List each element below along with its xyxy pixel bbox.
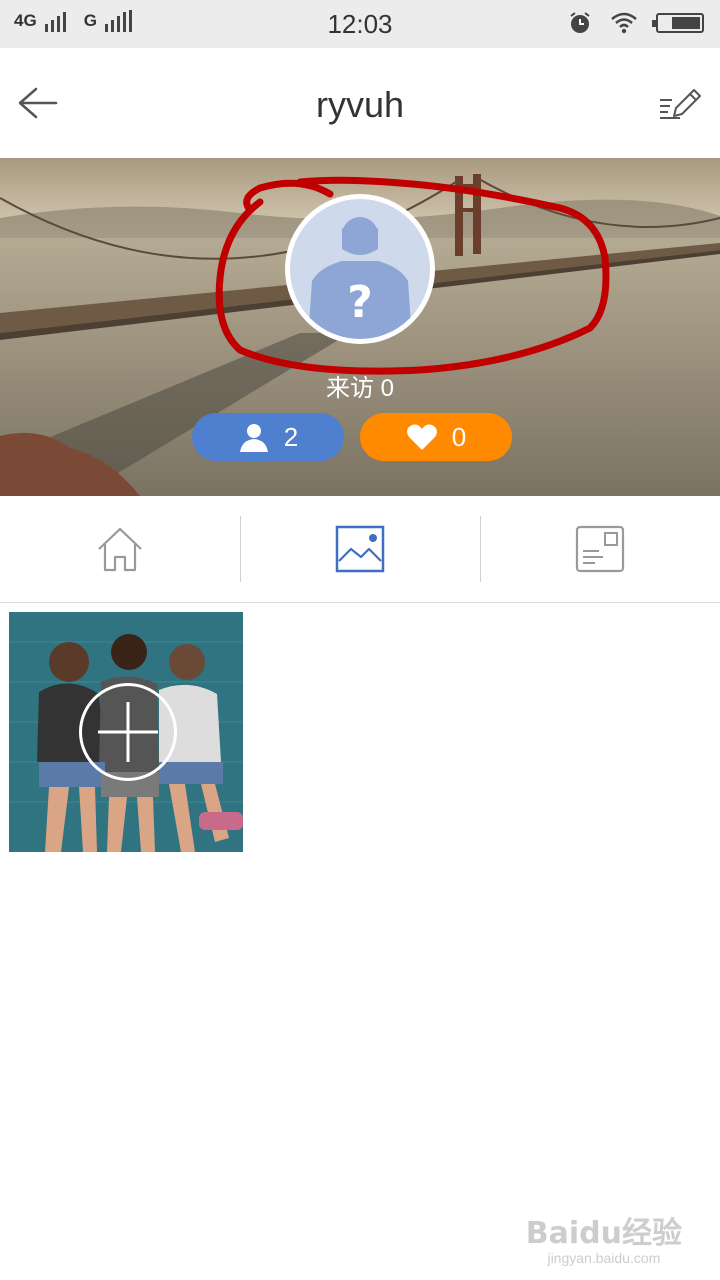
- watermark-logo: Baidu经验: [525, 1216, 682, 1251]
- watermark: Baidu经验 jingyan.baidu.com: [526, 1208, 682, 1266]
- svg-text:?: ?: [347, 277, 373, 328]
- header-bar: ryvuh: [0, 48, 720, 158]
- likes-count: 0: [451, 421, 467, 452]
- add-photo-tile[interactable]: [9, 612, 243, 852]
- battery-fill: [672, 17, 700, 29]
- profile-tabs: [0, 496, 720, 603]
- profile-banner: ? 来访 0 2 0: [0, 158, 720, 496]
- edit-icon[interactable]: [658, 84, 702, 124]
- page-title: ryvuh: [315, 84, 405, 125]
- card-icon: [575, 525, 625, 573]
- friends-count: 2: [283, 421, 299, 452]
- heart-icon: [406, 424, 437, 450]
- tab-home[interactable]: [0, 496, 240, 602]
- status-right: [568, 11, 704, 35]
- battery-icon: [652, 13, 704, 33]
- plus-icon: [79, 683, 177, 781]
- home-icon: [98, 527, 142, 572]
- tab-profile-card[interactable]: [480, 496, 720, 602]
- image-icon: [335, 525, 385, 573]
- status-bar: 4G G 12:03: [0, 0, 720, 48]
- default-avatar-icon: ?: [290, 199, 430, 339]
- wifi-icon: [611, 12, 637, 34]
- avatar[interactable]: ?: [285, 194, 435, 344]
- likes-button[interactable]: 0: [360, 413, 512, 461]
- visit-count: 来访 0: [325, 375, 394, 402]
- friends-button[interactable]: 2: [192, 413, 344, 461]
- watermark-url: jingyan.baidu.com: [547, 1250, 661, 1266]
- alarm-icon: [570, 12, 590, 33]
- user-icon: [239, 424, 268, 452]
- tab-photos[interactable]: [240, 496, 480, 602]
